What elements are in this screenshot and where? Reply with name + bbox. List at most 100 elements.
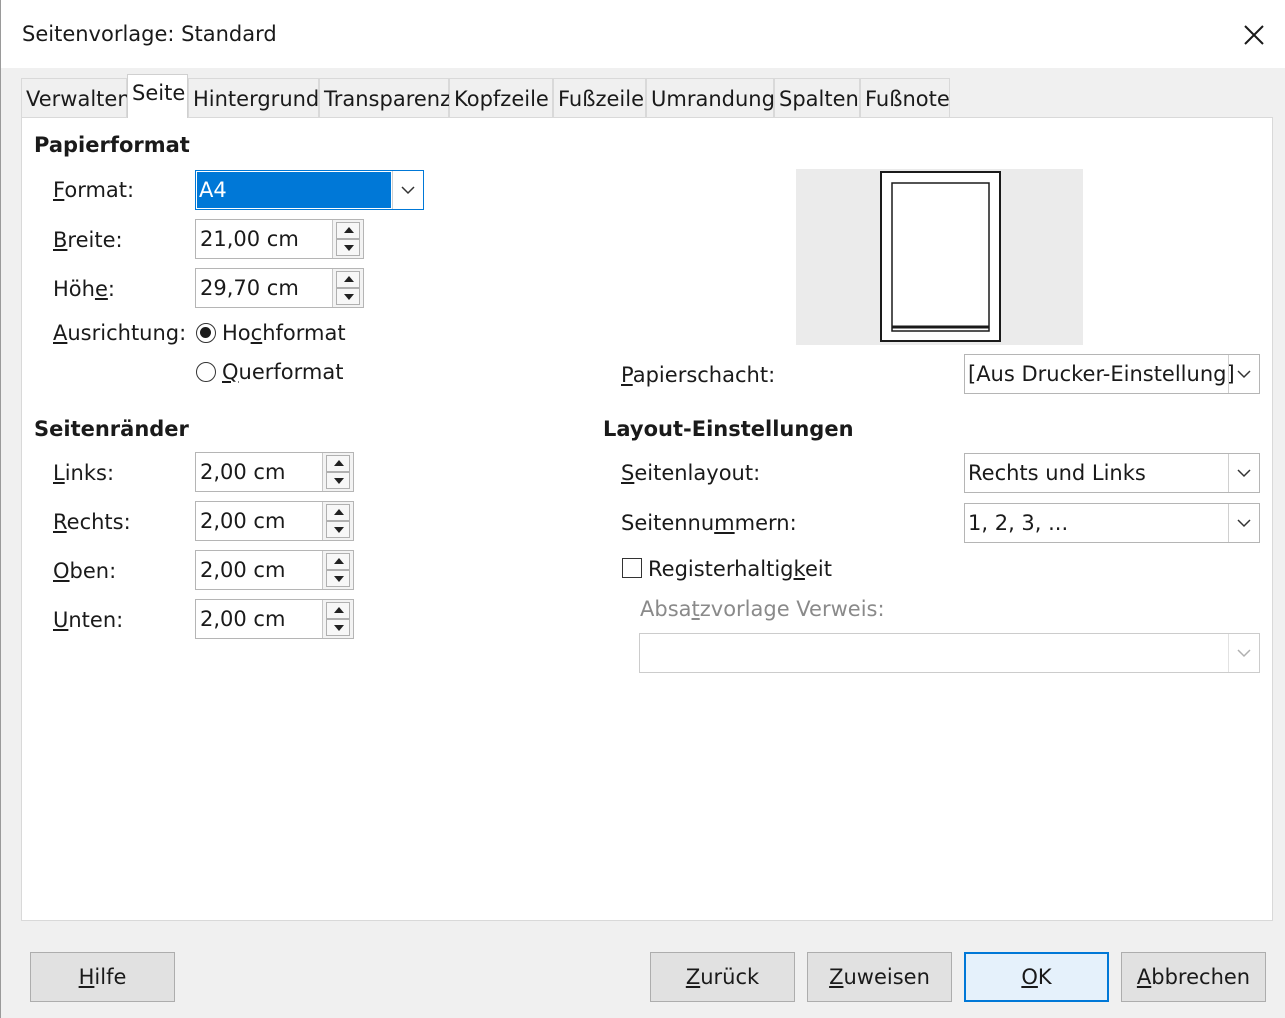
- arrow-down-icon: [334, 478, 344, 484]
- arrow-down-icon: [334, 576, 344, 582]
- width-increment-button[interactable]: [336, 222, 360, 239]
- width-label: Breite:: [53, 228, 123, 252]
- right-margin-value: 2,00 cm: [200, 509, 286, 533]
- left-margin-value: 2,00 cm: [200, 460, 286, 484]
- tab-verwalten[interactable]: Verwalten: [21, 78, 131, 118]
- paper-tray-dropdown-button[interactable]: [1228, 355, 1259, 393]
- left-margin-spinbox[interactable]: 2,00 cm: [195, 452, 354, 492]
- arrow-up-icon: [334, 509, 344, 515]
- height-increment-button[interactable]: [336, 271, 360, 288]
- paper-tray-select[interactable]: [Aus Drucker-Einstellung]: [964, 354, 1260, 394]
- dialog-title: Seitenvorlage: Standard: [22, 22, 277, 46]
- left-margin-label: Links:: [53, 461, 115, 485]
- width-decrement-button[interactable]: [336, 239, 360, 256]
- height-value: 29,70 cm: [200, 276, 299, 300]
- format-label: Format:: [53, 178, 135, 202]
- bottom-margin-value: 2,00 cm: [200, 607, 286, 631]
- landscape-label[interactable]: Querformat: [222, 360, 343, 384]
- reset-button[interactable]: Zurück: [650, 952, 795, 1002]
- height-spinbox[interactable]: 29,70 cm: [195, 268, 364, 308]
- bottom-margin-spin-buttons: [322, 600, 353, 638]
- bottom-margin-increment-button[interactable]: [326, 602, 350, 619]
- top-margin-increment-button[interactable]: [326, 553, 350, 570]
- tab-hintergrund[interactable]: Hintergrund: [188, 78, 319, 118]
- tab-transparenz[interactable]: Transparenz: [319, 78, 451, 118]
- format-dropdown-button[interactable]: [392, 171, 423, 209]
- portrait-label[interactable]: Hochformat: [222, 321, 346, 345]
- arrow-up-icon: [344, 276, 354, 282]
- left-margin-increment-button[interactable]: [326, 455, 350, 472]
- paper-tray-value: [Aus Drucker-Einstellung]: [968, 362, 1235, 386]
- help-button[interactable]: Hilfe: [30, 952, 175, 1002]
- page-numbers-label: Seitennummern:: [621, 511, 797, 535]
- bottom-margin-decrement-button[interactable]: [326, 619, 350, 636]
- arrow-down-icon: [344, 245, 354, 251]
- chevron-down-icon: [1237, 519, 1251, 528]
- bottom-margin-spinbox[interactable]: 2,00 cm: [195, 599, 354, 639]
- tab-seite[interactable]: Seite: [127, 74, 188, 118]
- left-margin-decrement-button[interactable]: [326, 472, 350, 489]
- chevron-down-icon: [1237, 469, 1251, 478]
- width-spinbox[interactable]: 21,00 cm: [195, 219, 364, 259]
- right-margin-decrement-button[interactable]: [326, 521, 350, 538]
- register-true-label[interactable]: Registerhaltigkeit: [648, 557, 832, 581]
- height-decrement-button[interactable]: [336, 288, 360, 305]
- reference-style-select[interactable]: [639, 633, 1260, 673]
- tab-fusszeile[interactable]: Fußzeile: [553, 78, 646, 118]
- format-select[interactable]: A4: [195, 170, 424, 210]
- arrow-up-icon: [334, 558, 344, 564]
- page-layout-label: Seitenlayout:: [621, 461, 761, 485]
- left-margin-spin-buttons: [322, 453, 353, 491]
- right-margin-spin-buttons: [322, 502, 353, 540]
- top-margin-spin-buttons: [322, 551, 353, 589]
- bottom-margin-label: Unten:: [53, 608, 124, 632]
- tab-fussnote[interactable]: Fußnote: [860, 78, 950, 118]
- right-margin-label: Rechts:: [53, 510, 131, 534]
- close-button[interactable]: [1229, 10, 1279, 60]
- height-spin-buttons: [332, 269, 363, 307]
- cancel-button[interactable]: Abbrechen: [1121, 952, 1266, 1002]
- orientation-label: Ausrichtung:: [53, 321, 187, 345]
- top-margin-label: Oben:: [53, 559, 117, 583]
- portrait-radio[interactable]: [196, 323, 216, 343]
- arrow-down-icon: [344, 294, 354, 300]
- arrow-down-icon: [334, 625, 344, 631]
- close-icon: [1244, 25, 1264, 45]
- width-spin-buttons: [332, 220, 363, 258]
- page-numbers-select[interactable]: 1, 2, 3, ...: [964, 503, 1260, 543]
- reference-style-dropdown-button[interactable]: [1228, 634, 1259, 672]
- tab-spalten[interactable]: Spalten: [774, 78, 860, 118]
- arrow-up-icon: [344, 227, 354, 233]
- margins-heading: Seitenränder: [34, 417, 189, 441]
- top-margin-value: 2,00 cm: [200, 558, 286, 582]
- top-margin-decrement-button[interactable]: [326, 570, 350, 587]
- arrow-up-icon: [334, 607, 344, 613]
- tab-umrandung[interactable]: Umrandung: [646, 78, 775, 118]
- height-label: Höhe:: [53, 277, 115, 301]
- arrow-down-icon: [334, 527, 344, 533]
- right-margin-spinbox[interactable]: 2,00 cm: [195, 501, 354, 541]
- page-preview: [796, 169, 1083, 345]
- page-numbers-value: 1, 2, 3, ...: [968, 511, 1069, 535]
- paper-tray-label: Papierschacht:: [621, 363, 776, 387]
- landscape-radio[interactable]: [196, 362, 216, 382]
- page-numbers-dropdown-button[interactable]: [1228, 504, 1259, 542]
- ok-button[interactable]: OK: [964, 952, 1109, 1002]
- top-margin-spinbox[interactable]: 2,00 cm: [195, 550, 354, 590]
- page-layout-dropdown-button[interactable]: [1228, 454, 1259, 492]
- right-margin-increment-button[interactable]: [326, 504, 350, 521]
- apply-button[interactable]: Zuweisen: [807, 952, 952, 1002]
- layout-settings-heading: Layout-Einstellungen: [603, 417, 854, 441]
- format-value: A4: [199, 178, 227, 202]
- page-layout-select[interactable]: Rechts und Links: [964, 453, 1260, 493]
- paper-format-heading: Papierformat: [34, 133, 190, 157]
- title-bar: Seitenvorlage: Standard: [1, 0, 1285, 68]
- tab-kopfzeile[interactable]: Kopfzeile: [449, 78, 553, 118]
- reference-style-label: Absatzvorlage Verweis:: [640, 597, 885, 621]
- chevron-down-icon: [401, 186, 415, 195]
- register-true-checkbox[interactable]: [622, 558, 642, 578]
- chevron-down-icon: [1237, 649, 1251, 658]
- arrow-up-icon: [334, 460, 344, 466]
- dialog-window: Seitenvorlage: Standard Verwalten Seite …: [0, 0, 1285, 1018]
- page-layout-value: Rechts und Links: [968, 461, 1146, 485]
